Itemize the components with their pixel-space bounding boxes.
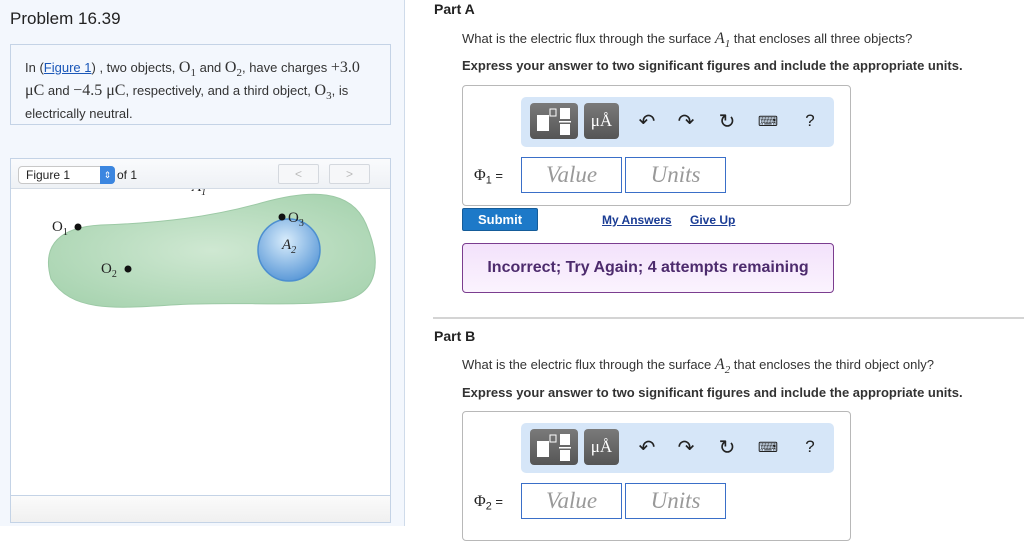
figure-footer	[11, 495, 390, 522]
label-o1: O1	[52, 219, 68, 238]
o1-dot	[74, 223, 82, 231]
figure-count: of 1	[117, 168, 138, 182]
reset-icon[interactable]: ↻	[714, 435, 740, 460]
keyboard-icon[interactable]: ⌨	[755, 439, 781, 456]
problem-panel: Problem 16.39 In (Figure 1) , two object…	[0, 0, 405, 526]
prev-figure-button[interactable]: <	[278, 164, 319, 184]
figure-diagram: A1 O1 O2 O3 A2	[47, 189, 376, 308]
o1-symbol: O1	[178, 59, 196, 80]
units-button[interactable]: μÅ	[584, 103, 619, 139]
undo-icon[interactable]: ↶	[634, 109, 660, 134]
next-figure-button[interactable]: >	[329, 164, 370, 184]
part-b-question: What is the electric flux through the su…	[462, 356, 934, 377]
part-a-question: What is the electric flux through the su…	[462, 30, 913, 51]
surface-a1	[47, 193, 376, 308]
phi1-label: Φ1 =	[474, 167, 503, 187]
math-toolbar: μÅ ↶ ↷ ↻ ⌨ ?	[521, 97, 834, 147]
undo-icon[interactable]: ↶	[634, 435, 660, 460]
intro-text: In (	[25, 60, 44, 75]
phi2-label: Φ2 =	[474, 493, 503, 513]
part-b-title: Part B	[434, 328, 476, 344]
figure-link[interactable]: Figure 1	[44, 60, 92, 75]
intro-text: , have charges	[241, 60, 331, 75]
part-a-title: Part A	[434, 1, 475, 17]
charge-2: −4.5 μC	[73, 82, 126, 100]
o2-dot	[124, 265, 132, 273]
templates-button[interactable]	[530, 429, 578, 465]
part-a-instructions: Express your answer to two significant f…	[462, 58, 963, 73]
help-button[interactable]: ?	[797, 111, 823, 131]
my-answers-link[interactable]: My Answers	[602, 213, 672, 227]
figure-panel: Figure 1⇕ of 1 < > A1 O1 O2 O3 A2	[10, 158, 391, 523]
redo-icon[interactable]: ↷	[673, 109, 699, 134]
parts-panel: Part A What is the electric flux through…	[405, 0, 1024, 541]
value-input[interactable]: Value	[521, 157, 622, 193]
value-input[interactable]: Value	[521, 483, 622, 519]
select-arrows-icon: ⇕	[100, 166, 115, 184]
units-input[interactable]: Units	[625, 157, 726, 193]
part-b-answer-box: μÅ ↶ ↷ ↻ ⌨ ? Φ2 = Value Units	[462, 411, 851, 541]
keyboard-icon[interactable]: ⌨	[755, 113, 781, 130]
figure-select[interactable]: Figure 1 ⇕	[18, 166, 115, 184]
feedback-message: Incorrect; Try Again; 4 attempts remaini…	[462, 243, 834, 293]
submit-button[interactable]: Submit	[462, 208, 538, 231]
math-toolbar: μÅ ↶ ↷ ↻ ⌨ ?	[521, 423, 834, 473]
problem-title: Problem 16.39	[10, 9, 121, 28]
intro-text: and	[44, 83, 74, 99]
part-a-answer-box: μÅ ↶ ↷ ↻ ⌨ ? Φ1 = Value Units	[462, 85, 851, 206]
o3-dot	[278, 213, 286, 221]
intro-text: , respectively, and a third object,	[125, 83, 315, 99]
help-button[interactable]: ?	[797, 437, 823, 457]
reset-icon[interactable]: ↻	[714, 109, 740, 134]
give-up-link[interactable]: Give Up	[690, 213, 735, 227]
redo-icon[interactable]: ↷	[673, 435, 699, 460]
o3-symbol: O3	[314, 82, 332, 103]
units-input[interactable]: Units	[625, 483, 726, 519]
units-button[interactable]: μÅ	[584, 429, 619, 465]
part-b-instructions: Express your answer to two significant f…	[462, 385, 963, 400]
problem-intro: In (Figure 1) , two objects, O1 and O2, …	[10, 44, 391, 125]
figure-header: Figure 1 ⇕ of 1 < >	[11, 159, 390, 189]
o2-symbol: O2	[224, 59, 242, 80]
label-a1: A1	[191, 189, 206, 198]
part-divider	[433, 317, 1024, 319]
templates-button[interactable]	[530, 103, 578, 139]
intro-text: and	[195, 60, 225, 75]
intro-text: ) , two objects,	[91, 60, 179, 75]
